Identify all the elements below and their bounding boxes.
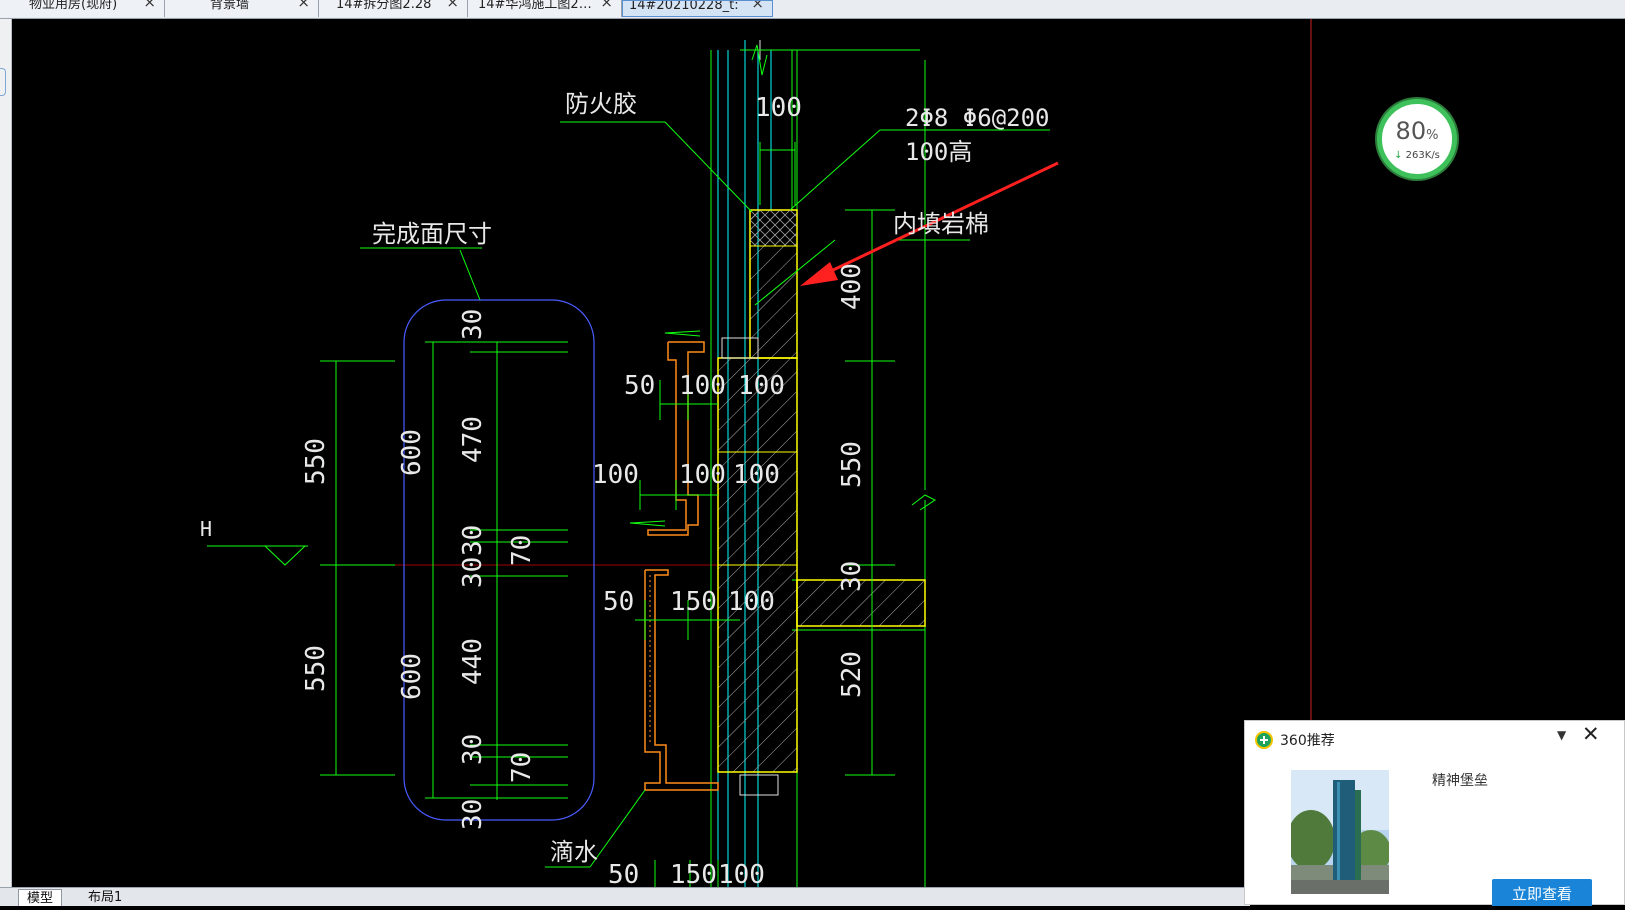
close-icon[interactable]: × [600,0,613,10]
popup-title: 360推荐 [1280,733,1335,749]
dim-470: 470 [458,416,488,463]
layout-tab-bar: 模型 布局1 [0,887,1250,906]
dim-30: 30 [458,799,488,830]
dim-550: 550 [301,645,331,692]
dim-100: 100 [679,371,726,401]
left-toolbar-edge [0,18,12,905]
label-rebar-height: 100高 [905,138,972,166]
label-rock-wool: 内填岩棉 [893,210,989,238]
popup-item-title[interactable]: 精神堡垒 [1432,770,1488,790]
label-finish-size: 完成面尺寸 [372,220,492,248]
dim-100: 100 [718,860,765,887]
dim-100: 100 [728,587,775,617]
dropdown-triangle-icon[interactable]: ▼ [1557,728,1566,742]
dim-70: 70 [507,752,537,783]
dim-30: 30 [837,561,867,592]
tab-layout1[interactable]: 布局1 [80,889,130,906]
close-icon[interactable]: × [751,1,764,11]
pointer-arrow [629,520,666,527]
dim-50: 50 [624,371,655,401]
dim-100: 100 [592,460,639,490]
dim-30: 30 [458,525,488,556]
joint-box [739,774,779,796]
tab-chaifentu[interactable]: 14#拆分图2.28 × [319,0,468,17]
dim-100: 100 [679,460,726,490]
break-mark [911,494,936,511]
dim-100: 100 [755,93,802,123]
tab-shigongtu[interactable]: 14#华鸿施工图2… × [468,0,622,17]
rebar-block [749,209,798,247]
tab-label: 14#华鸿施工图2… [478,0,592,12]
pylon-photo[interactable] [1291,770,1389,894]
label-rebar-spec: 2Φ8 Φ6@200 [905,104,1050,132]
tab-label: 14#拆分图2.28 [336,0,432,12]
cad-application: 物业用房(现府) × 背景墙 × 14#拆分图2.28 × 14#华鸿施工图2…… [0,0,1625,906]
tab-beijingqiang[interactable]: 背景墙 × [165,0,319,17]
dim-550: 550 [837,441,867,488]
view-now-button[interactable]: 立即查看 [1492,879,1592,906]
file-tab-bar: 物业用房(现府) × 背景墙 × 14#拆分图2.28 × 14#华鸿施工图2…… [0,0,1625,19]
dim-30: 30 [458,557,488,588]
dim-400: 400 [837,263,867,310]
dimension-lines-left [207,247,568,800]
close-icon[interactable]: × [297,0,310,10]
dim-600: 600 [397,653,427,700]
dim-440: 440 [458,638,488,685]
pointer-arrow [664,330,701,337]
dim-30: 30 [458,734,488,765]
annotation-arrow-head [800,262,838,286]
dim-100: 100 [738,371,785,401]
speed-percent: 80% [1395,117,1439,145]
dim-520: 520 [837,651,867,698]
tab-model[interactable]: 模型 [18,889,63,906]
tab-label: 背景墙 [210,0,250,12]
close-icon[interactable]: ✕ [1582,723,1600,745]
close-icon[interactable]: × [143,0,156,10]
360-logo-icon [1255,731,1273,749]
dim-100: 100 [733,460,780,490]
network-speed-widget[interactable]: 80% ↓ 263K/s [1377,99,1457,179]
label-level-h: H [200,517,212,541]
recommendation-popup: 360推荐 ▼ ✕ 精神堡垒 立即查看 [1244,720,1625,906]
dim-30: 30 [458,309,488,340]
speed-rate: ↓ 263K/s [1394,150,1440,161]
dim-50: 50 [603,587,634,617]
close-icon[interactable]: × [446,0,459,10]
dim-50: 50 [608,860,639,887]
label-fireproof-glue: 防火胶 [565,90,637,118]
tab-wuye[interactable]: 物业用房(现府) × [0,0,165,17]
tab-label: 14#20210228_t: [629,0,739,13]
dim-550: 550 [301,438,331,485]
dim-600: 600 [397,429,427,476]
dim-70: 70 [507,535,537,566]
dim-150: 150 [670,587,717,617]
tab-label: 物业用房(现府) [29,0,118,12]
dim-150: 150 [670,860,717,887]
tab-active-drawing[interactable]: 14#20210228_t: × [622,0,773,17]
download-arrow-icon: ↓ [1394,150,1403,161]
side-handle[interactable] [0,68,6,96]
label-drip: 滴水 [550,838,598,866]
